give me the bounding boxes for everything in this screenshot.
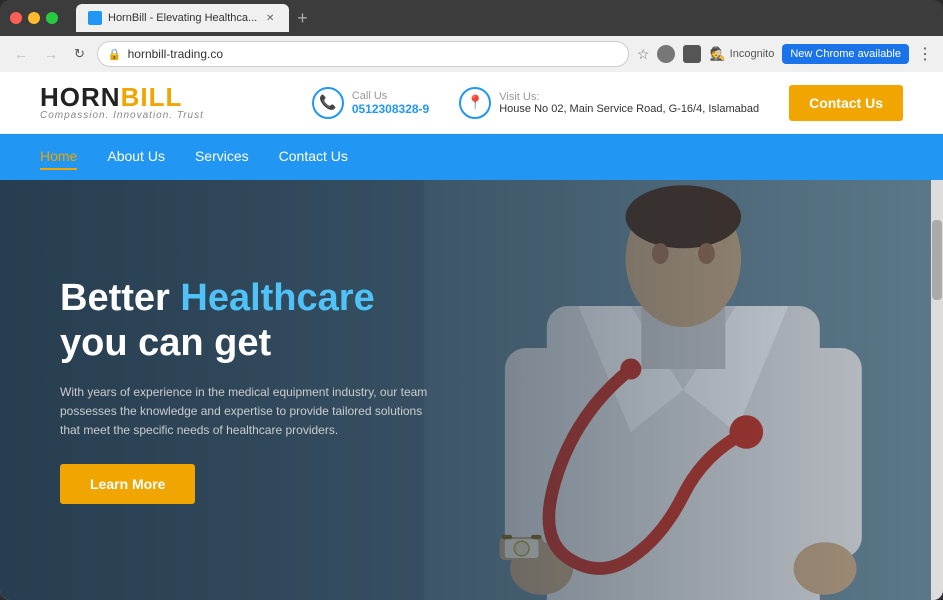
location-icon: 📍 [459, 87, 491, 119]
nav-services-link[interactable]: Services [195, 144, 249, 168]
incognito-label: Incognito [730, 48, 775, 60]
forward-button[interactable]: → [40, 44, 62, 64]
header-contact: 📞 Call Us 0512308328-9 📍 Visit Us: House… [312, 85, 903, 121]
browser-toolbar-right: ☆ 🕵 Incognito New Chrome available ⋮ [637, 44, 933, 64]
url-box[interactable]: 🔒 hornbill-trading.co [97, 41, 629, 67]
phone-number: 0512308328-9 [352, 102, 429, 116]
incognito-area: 🕵 Incognito [709, 46, 774, 62]
hero-title: Better Healthcare you can get [60, 276, 440, 367]
scrollbar[interactable] [931, 180, 943, 600]
incognito-icon: 🕵 [709, 46, 725, 62]
logo-text: HORNBILL [40, 84, 204, 110]
maximize-window-button[interactable] [46, 12, 58, 24]
hero-content: Better Healthcare you can get With years… [0, 236, 500, 545]
hero-title-line2: you can get [60, 322, 271, 364]
logo-bill: BILL [121, 82, 183, 112]
nav-contact[interactable]: Contact Us [279, 148, 348, 166]
logo: HORNBILL Compassion. Innovation. Trust [40, 84, 204, 121]
site-header: HORNBILL Compassion. Innovation. Trust 📞… [0, 72, 943, 134]
security-icon: 🔒 [108, 48, 122, 61]
extensions-icon[interactable] [683, 45, 701, 63]
logo-horn: HORN [40, 82, 121, 112]
website-content: HORNBILL Compassion. Innovation. Trust 📞… [0, 72, 943, 600]
nav-home[interactable]: Home [40, 148, 77, 166]
address-info: Visit Us: House No 02, Main Service Road… [499, 91, 759, 115]
call-label: Call Us [352, 90, 429, 102]
hero-section: Better Healthcare you can get With years… [0, 180, 943, 600]
address-bar: ← → ↻ 🔒 hornbill-trading.co ☆ 🕵 Incognit… [0, 36, 943, 72]
nav-about-link[interactable]: About Us [107, 144, 165, 168]
contact-us-button[interactable]: Contact Us [789, 85, 903, 121]
phone-icon: 📞 [312, 87, 344, 119]
hero-title-part1: Better [60, 277, 180, 319]
back-button[interactable]: ← [10, 44, 32, 64]
tab-title: HornBill - Elevating Healthca... [108, 12, 257, 24]
new-chrome-button[interactable]: New Chrome available [782, 44, 909, 64]
tab-favicon [88, 11, 102, 25]
address-contact: 📍 Visit Us: House No 02, Main Service Ro… [459, 87, 759, 119]
visit-label: Visit Us: [499, 91, 759, 103]
learn-more-button[interactable]: Learn More [60, 464, 195, 504]
active-tab[interactable]: HornBill - Elevating Healthca... ✕ [76, 4, 289, 32]
nav-contact-link[interactable]: Contact Us [279, 144, 348, 168]
tab-bar: HornBill - Elevating Healthca... ✕ + [76, 4, 933, 32]
nav-home-link[interactable]: Home [40, 144, 77, 170]
hero-description: With years of experience in the medical … [60, 383, 440, 441]
reload-button[interactable]: ↻ [70, 44, 89, 64]
scrollbar-thumb[interactable] [932, 220, 942, 300]
profile-icon[interactable] [657, 45, 675, 63]
bookmark-icon[interactable]: ☆ [637, 46, 650, 63]
new-tab-button[interactable]: + [293, 8, 312, 29]
url-text: hornbill-trading.co [128, 47, 223, 61]
nav-services[interactable]: Services [195, 148, 249, 166]
minimize-window-button[interactable] [28, 12, 40, 24]
phone-info: Call Us 0512308328-9 [352, 90, 429, 116]
tab-close-button[interactable]: ✕ [263, 11, 277, 25]
phone-contact: 📞 Call Us 0512308328-9 [312, 87, 429, 119]
site-nav: Home About Us Services Contact Us [0, 134, 943, 180]
address-text: House No 02, Main Service Road, G-16/4, … [499, 103, 759, 115]
traffic-lights [10, 12, 58, 24]
close-window-button[interactable] [10, 12, 22, 24]
nav-about[interactable]: About Us [107, 148, 165, 166]
logo-tagline: Compassion. Innovation. Trust [40, 110, 204, 121]
nav-items: Home About Us Services Contact Us [40, 148, 348, 166]
hero-title-part2: Healthcare [180, 277, 374, 319]
browser-menu-button[interactable]: ⋮ [917, 44, 933, 64]
